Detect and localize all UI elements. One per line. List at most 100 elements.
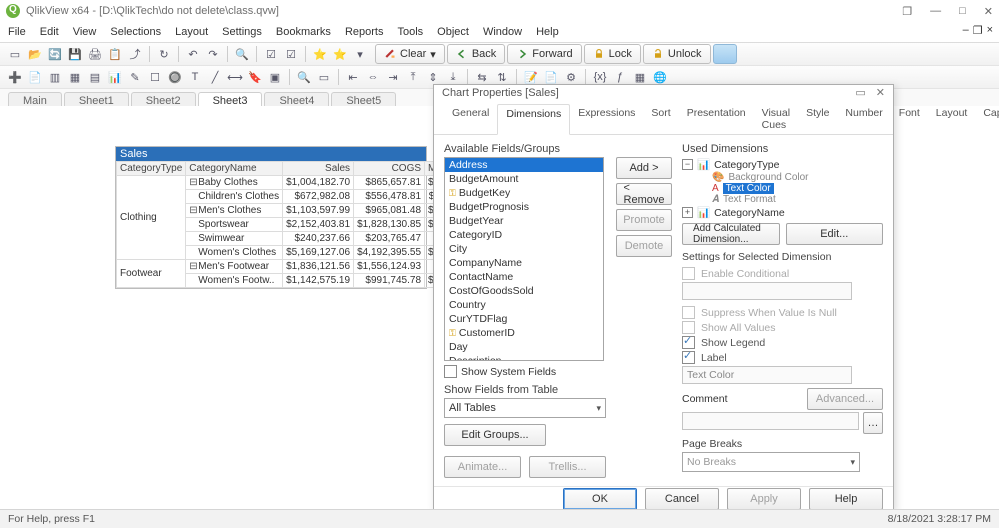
edit-groups-button[interactable]: Edit Groups... <box>444 424 546 446</box>
col-cogs[interactable]: COGS <box>354 162 425 176</box>
menu-layout[interactable]: Layout <box>175 26 208 38</box>
advanced-button[interactable]: Advanced... <box>807 388 883 410</box>
add-list-icon[interactable]: ▥ <box>46 68 64 86</box>
add-bookmark-icon[interactable]: 🔖 <box>246 68 264 86</box>
dialog-help-icon[interactable]: ▭ <box>855 86 865 99</box>
mdi-restore-icon[interactable]: ❐ <box>973 24 983 37</box>
tab-presentation[interactable]: Presentation <box>679 104 754 134</box>
field-item[interactable]: ⚿CustomerID <box>445 326 603 340</box>
bookmark-list-icon[interactable]: ▾ <box>351 45 369 63</box>
print2-icon[interactable]: 📋 <box>106 45 124 63</box>
zoom-in-icon[interactable]: 🔍 <box>295 68 313 86</box>
apply-button[interactable]: Apply <box>727 488 801 510</box>
col-categorytype[interactable]: CategoryType <box>117 162 186 176</box>
collapse-icon[interactable]: − <box>682 159 693 170</box>
tab-layout[interactable]: Layout <box>928 104 976 134</box>
export-icon[interactable]: ⤴ <box>126 45 144 63</box>
tab-general[interactable]: General <box>444 104 497 134</box>
bookmark-remove-icon[interactable]: ⭐ <box>331 45 349 63</box>
dim-categoryname[interactable]: CategoryName <box>714 207 785 219</box>
tab-style[interactable]: Style <box>798 104 837 134</box>
table-row[interactable]: Clothing⊟Baby Clothes$1,004,182.70$865,6… <box>117 176 463 190</box>
selections-icon[interactable]: ☑ <box>262 45 280 63</box>
align-left-icon[interactable]: ⇤ <box>344 68 362 86</box>
field-item[interactable]: Day <box>445 340 603 354</box>
add-sheet-icon[interactable]: ➕ <box>6 68 24 86</box>
menu-view[interactable]: View <box>73 26 97 38</box>
print-icon[interactable]: 🖨 <box>86 45 104 63</box>
promote-button[interactable]: Promote <box>616 209 672 231</box>
align-center-icon[interactable]: ⇔ <box>364 68 382 86</box>
restore-secondary-icon[interactable]: ❐ <box>902 5 912 18</box>
menu-help[interactable]: Help <box>536 26 559 38</box>
add-button[interactable]: Add > <box>616 157 672 179</box>
field-item[interactable]: CategoryID <box>445 228 603 242</box>
comment-ellipsis-button[interactable]: … <box>863 412 883 434</box>
open-icon[interactable]: 📂 <box>26 45 44 63</box>
demote-button[interactable]: Demote <box>616 235 672 257</box>
search-icon[interactable]: 🔍 <box>233 45 251 63</box>
leaf-text-color[interactable]: A Text Color <box>712 183 883 194</box>
menu-file[interactable]: File <box>8 26 26 38</box>
show-legend-checkbox[interactable] <box>682 336 695 349</box>
help-button[interactable]: Help <box>809 488 883 510</box>
available-fields-listbox[interactable]: AddressBudgetAmount⚿BudgetKeyBudgetProgn… <box>444 157 604 361</box>
expand-icon[interactable]: + <box>682 207 693 218</box>
add-slider-icon[interactable]: ⟷ <box>226 68 244 86</box>
dialog-titlebar[interactable]: Chart Properties [Sales] ▭ ✕ <box>434 85 893 100</box>
field-item[interactable]: CurYTDFlag <box>445 312 603 326</box>
back-button[interactable]: Back <box>447 44 505 64</box>
show-system-fields-checkbox[interactable] <box>444 365 457 378</box>
tables-combo[interactable]: All Tables ▾ <box>444 398 606 418</box>
field-item[interactable]: Description <box>445 354 603 361</box>
table-row[interactable]: Footwear⊟Men's Footwear$1,836,121.56$1,5… <box>117 260 463 274</box>
menu-edit[interactable]: Edit <box>40 26 59 38</box>
add-table-icon[interactable]: ▦ <box>66 68 84 86</box>
field-item[interactable]: BudgetYear <box>445 214 603 228</box>
minimize-icon[interactable]: — <box>930 5 941 18</box>
sales-pivot-table[interactable]: Sales CategoryType CategoryName Sales CO… <box>115 146 427 289</box>
leaf-background-color[interactable]: 🎨 Background Color <box>712 172 883 183</box>
tab-number[interactable]: Number <box>837 104 890 134</box>
field-item[interactable]: BudgetPrognosis <box>445 200 603 214</box>
label-checkbox[interactable] <box>682 351 695 364</box>
menu-tools[interactable]: Tools <box>397 26 423 38</box>
color-chip[interactable] <box>713 44 737 64</box>
zoom-fit-icon[interactable]: ▭ <box>315 68 333 86</box>
selections-prev-icon[interactable]: ☑ <box>282 45 300 63</box>
add-text-icon[interactable]: T <box>186 68 204 86</box>
redo-icon[interactable]: ↷ <box>204 45 222 63</box>
dialog-close-icon[interactable]: ✕ <box>876 86 885 99</box>
field-item[interactable]: ⚿BudgetKey <box>445 186 603 200</box>
leaf-text-format[interactable]: 𝑨 Text Format <box>712 194 883 205</box>
mdi-minimize-icon[interactable]: – <box>963 24 969 37</box>
pivot-grid[interactable]: CategoryType CategoryName Sales COGS Mar… <box>116 161 463 288</box>
add-object-icon[interactable]: 📄 <box>26 68 44 86</box>
menu-selections[interactable]: Selections <box>110 26 161 38</box>
page-breaks-combo[interactable]: No Breaks ▾ <box>682 452 860 472</box>
add-button-icon[interactable]: 🔘 <box>166 68 184 86</box>
align-top-icon[interactable]: ⤒ <box>404 68 422 86</box>
field-item[interactable]: CostOfGoodsSold <box>445 284 603 298</box>
refresh-icon[interactable]: 🔄 <box>46 45 64 63</box>
cancel-button[interactable]: Cancel <box>645 488 719 510</box>
used-dimensions-tree[interactable]: −📊 CategoryType 🎨 Background Color A Tex… <box>682 157 883 219</box>
add-calculated-dimension-button[interactable]: Add Calculated Dimension... <box>682 223 780 245</box>
close-icon[interactable]: ✕ <box>984 5 993 18</box>
mdi-close-icon[interactable]: × <box>987 24 993 37</box>
forward-button[interactable]: Forward <box>507 44 581 64</box>
animate-button[interactable]: Animate... <box>444 456 521 478</box>
menu-reports[interactable]: Reports <box>345 26 384 38</box>
field-item[interactable]: ContactName <box>445 270 603 284</box>
edit-dimension-button[interactable]: Edit... <box>786 223 884 245</box>
maximize-icon[interactable]: □ <box>959 5 966 18</box>
tab-font[interactable]: Font <box>891 104 928 134</box>
menu-object[interactable]: Object <box>437 26 469 38</box>
add-container-icon[interactable]: ▣ <box>266 68 284 86</box>
align-right-icon[interactable]: ⇥ <box>384 68 402 86</box>
comment-field[interactable] <box>682 412 859 430</box>
field-item[interactable]: City <box>445 242 603 256</box>
dim-categorytype[interactable]: CategoryType <box>714 159 779 171</box>
tab-caption[interactable]: Caption <box>975 104 999 134</box>
field-item[interactable]: Country <box>445 298 603 312</box>
